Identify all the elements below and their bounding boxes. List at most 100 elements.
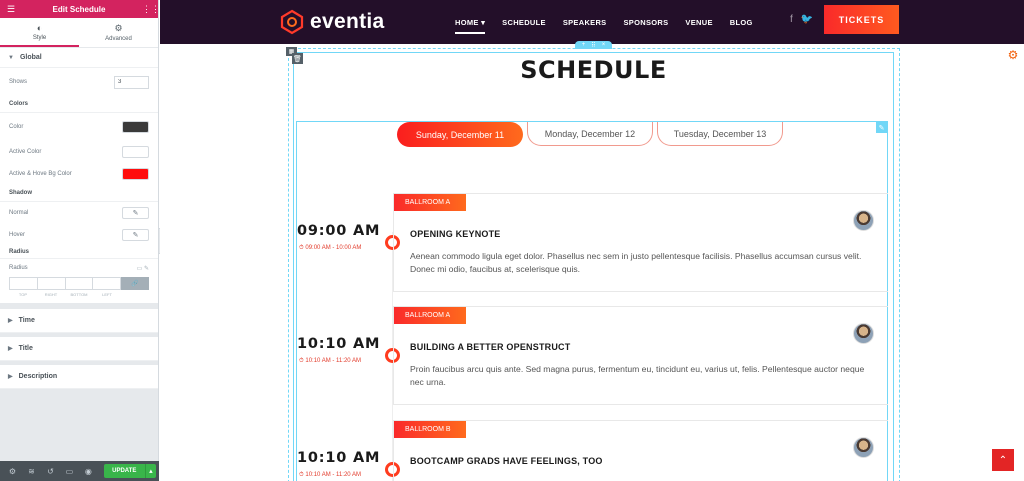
session-time-range: ⏱ 09:00 AM - 10:00 AM: [299, 245, 361, 252]
speaker-avatar[interactable]: [853, 323, 874, 344]
section-handle[interactable]: + ⠿ ×: [575, 41, 612, 49]
day-tab-2[interactable]: Monday, December 12: [527, 122, 653, 146]
responsive-icon[interactable]: ▭ ✎: [137, 265, 149, 272]
site-header: eventia HOME ▾ SCHEDULE SPEAKERS SPONSOR…: [160, 0, 1024, 44]
section-time[interactable]: ▶ Time: [0, 309, 158, 333]
caret-right-icon: ▶: [8, 346, 13, 352]
preview-eye-icon[interactable]: ◉: [79, 467, 98, 476]
radius-right-input[interactable]: [36, 277, 65, 290]
session-title[interactable]: OPENING KEYNOTE: [410, 229, 501, 239]
widget-edit-pencil-icon[interactable]: ✎: [876, 122, 887, 133]
active-color-swatch[interactable]: [122, 146, 149, 158]
radius-inputs: 🔗: [0, 277, 158, 290]
facebook-icon[interactable]: f: [790, 14, 793, 25]
menu-icon[interactable]: ☰: [6, 4, 16, 15]
nav-home-label: HOME: [455, 17, 479, 27]
site-logo[interactable]: eventia: [278, 8, 384, 36]
drag-icon[interactable]: ⠿: [591, 42, 595, 49]
responsive-mode-icon[interactable]: ▭: [60, 467, 79, 476]
logo-text: eventia: [310, 10, 385, 33]
session-title[interactable]: BOOTCAMP GRADS HAVE FEELINGS, TOO: [410, 456, 603, 466]
section-title[interactable]: ▶ Title: [0, 337, 158, 361]
session-title[interactable]: BUILDING A BETTER OPENSTRUCT: [410, 342, 570, 352]
close-icon[interactable]: ×: [602, 42, 606, 48]
social-links: f 🐦: [790, 14, 813, 25]
hover-bg-label: Active & Hove Bg Color: [9, 171, 72, 177]
history-icon[interactable]: ↺: [41, 467, 60, 476]
speaker-avatar[interactable]: [853, 210, 874, 231]
nav-schedule[interactable]: SCHEDULE: [502, 18, 546, 27]
shows-input[interactable]: [114, 75, 149, 89]
tab-advanced[interactable]: ⚙ Advanced: [79, 18, 158, 47]
session-card[interactable]: BALLROOM B BOOTCAMP GRADS HAVE FEELINGS,…: [393, 420, 888, 481]
session-time: 10:10 AM: [297, 450, 381, 466]
section-description[interactable]: ▶ Description: [0, 365, 158, 389]
radius-top-input[interactable]: [9, 277, 37, 290]
room-tag: BALLROOM A: [394, 307, 466, 324]
radius-label: Radius: [9, 265, 28, 271]
hover-bg-control: Active & Hove Bg Color: [0, 163, 158, 185]
twitter-icon[interactable]: 🐦: [801, 14, 813, 25]
caret-right-icon: ▶: [8, 318, 13, 324]
day-tabs: Sunday, December 11 Monday, December 12 …: [397, 122, 783, 147]
radius-dim-labels: TOP RIGHT BOTTOM LEFT: [0, 290, 158, 303]
active-color-control: Active Color: [0, 141, 158, 163]
add-icon[interactable]: +: [582, 42, 586, 48]
nav-venue[interactable]: VENUE: [685, 18, 712, 27]
tickets-button[interactable]: TICKETS: [824, 5, 899, 34]
session-time-range-text: 10:10 AM - 11:20 AM: [305, 472, 361, 478]
room-tag: BALLROOM B: [394, 421, 466, 438]
shows-control: Shows: [0, 68, 158, 96]
nav-blog[interactable]: BLOG: [730, 18, 753, 27]
color-swatch[interactable]: [122, 121, 149, 133]
section-description-label: Description: [18, 373, 58, 380]
room-tag: BALLROOM A: [394, 194, 466, 211]
dim-label: RIGHT: [44, 292, 58, 297]
shadow-hover-control: Hover ✎: [0, 224, 158, 246]
normal-label: Normal: [9, 210, 29, 216]
panel-tabs: ◐ Style ⚙ Advanced: [0, 18, 158, 48]
shadow-heading: Shadow: [0, 185, 158, 201]
session-card[interactable]: BALLROOM A OPENING KEYNOTE Aenean commod…: [393, 193, 888, 292]
tab-style[interactable]: ◐ Style: [0, 18, 79, 47]
nav-home[interactable]: HOME ▾: [455, 17, 486, 34]
speaker-avatar[interactable]: [853, 437, 874, 458]
shadow-normal-control: Normal ✎: [0, 202, 158, 224]
radius-heading: Radius: [0, 246, 158, 258]
update-button[interactable]: UPDATE: [103, 464, 145, 478]
settings-icon[interactable]: ⚙: [3, 467, 22, 476]
hover-label: Hover: [9, 232, 26, 238]
nav-speakers[interactable]: SPEAKERS: [563, 18, 607, 27]
session-time-range: ⏱ 10:10 AM - 11:20 AM: [299, 472, 361, 479]
chevron-down-icon: ▾: [481, 17, 486, 27]
update-options-caret-icon[interactable]: ▴: [144, 464, 157, 478]
radius-control: Radius ▭ ✎: [0, 259, 158, 277]
dim-label: LEFT: [102, 292, 112, 297]
radius-left-input[interactable]: [92, 277, 121, 290]
navigator-icon[interactable]: ≋: [22, 467, 41, 476]
shows-label: Shows: [9, 79, 28, 85]
site-preview: eventia HOME ▾ SCHEDULE SPEAKERS SPONSOR…: [160, 0, 1024, 481]
section-global[interactable]: ▼ Global: [0, 48, 158, 68]
nav-sponsors[interactable]: SPONSORS: [624, 18, 669, 27]
widgets-grid-icon[interactable]: ⋮⋮: [142, 4, 160, 15]
color-label: Color: [9, 124, 24, 130]
page-title: SCHEDULE: [520, 56, 667, 84]
half-circle-icon: ◐: [36, 22, 43, 33]
active-color-label: Active Color: [9, 149, 42, 155]
logo-mark-icon: [280, 9, 304, 35]
day-tab-1[interactable]: Sunday, December 11: [397, 122, 523, 147]
day-tab-3[interactable]: Tuesday, December 13: [657, 122, 783, 146]
radius-bottom-input[interactable]: [64, 277, 93, 290]
edit-pencil-icon[interactable]: ✎: [122, 229, 149, 241]
panel-title: Edit Schedule: [52, 4, 106, 14]
caret-down-icon: ▼: [8, 54, 14, 61]
scroll-to-top-button[interactable]: ⌃: [992, 449, 1014, 471]
dim-label: TOP: [18, 292, 28, 297]
page-settings-gear-icon[interactable]: ⚙: [1002, 44, 1024, 66]
hover-bg-swatch[interactable]: [122, 168, 149, 180]
session-card[interactable]: BALLROOM A BUILDING A BETTER OPENSTRUCT …: [393, 306, 888, 405]
edit-pencil-icon[interactable]: ✎: [122, 207, 149, 219]
link-icon[interactable]: 🔗: [121, 277, 149, 290]
